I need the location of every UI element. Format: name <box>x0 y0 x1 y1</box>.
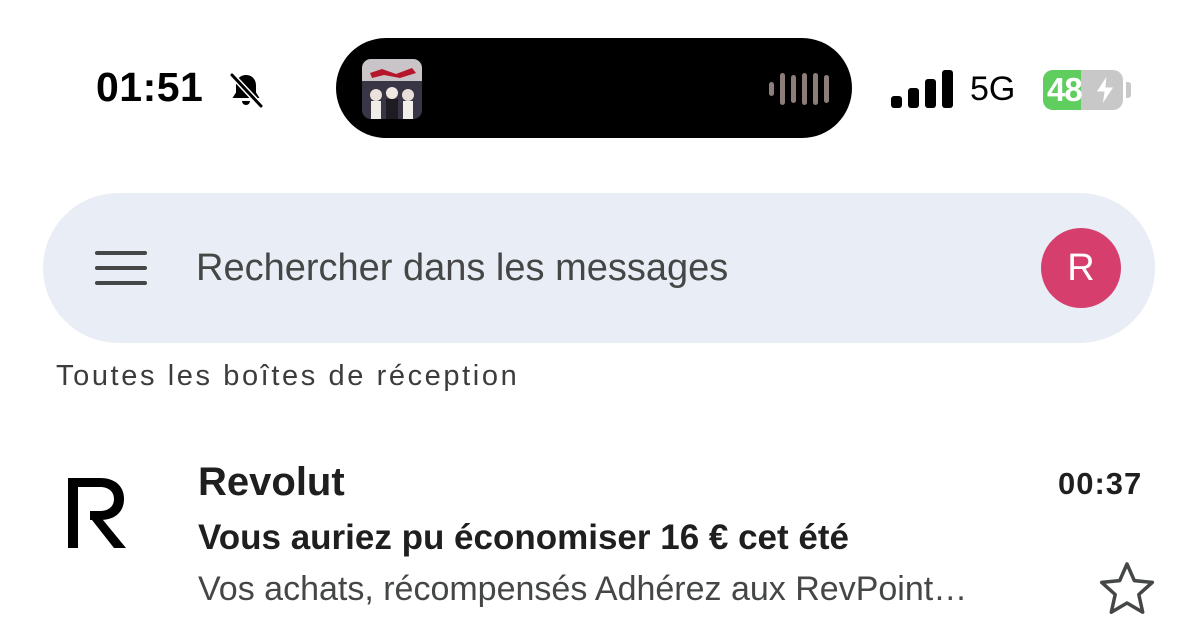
mailbox-label: Toutes les boîtes de réception <box>56 360 520 392</box>
album-artwork[interactable] <box>362 59 422 119</box>
network-type: 5G <box>970 70 1016 108</box>
search-bar[interactable]: R <box>43 193 1155 343</box>
cellular-signal-icon <box>891 70 953 108</box>
battery-percentage: 48 <box>1047 71 1083 108</box>
email-sender: Revolut <box>198 460 345 504</box>
star-icon[interactable] <box>1098 560 1156 618</box>
battery-cap <box>1126 82 1131 98</box>
battery-indicator: 48 <box>1043 70 1123 110</box>
email-list-item[interactable]: Revolut 00:37 Vous auriez pu économiser … <box>0 440 1199 627</box>
waveform-icon <box>769 73 829 105</box>
email-snippet: Vos achats, récompensés Adhérez aux RevP… <box>198 570 968 608</box>
email-subject: Vous auriez pu économiser 16 € cet été <box>198 518 849 557</box>
bell-slash-icon <box>229 72 264 109</box>
account-avatar[interactable]: R <box>1041 228 1121 308</box>
gmail-screen: 01:51 5G 48 Rechercher dans les messages… <box>0 0 1199 627</box>
dynamic-island[interactable] <box>336 38 852 138</box>
charging-bolt-icon <box>1095 75 1115 105</box>
search-input[interactable] <box>196 243 996 293</box>
revolut-logo-icon <box>68 478 126 548</box>
email-time: 00:37 <box>1058 466 1143 501</box>
hamburger-menu-icon[interactable] <box>95 251 147 285</box>
status-time: 01:51 <box>96 64 204 110</box>
